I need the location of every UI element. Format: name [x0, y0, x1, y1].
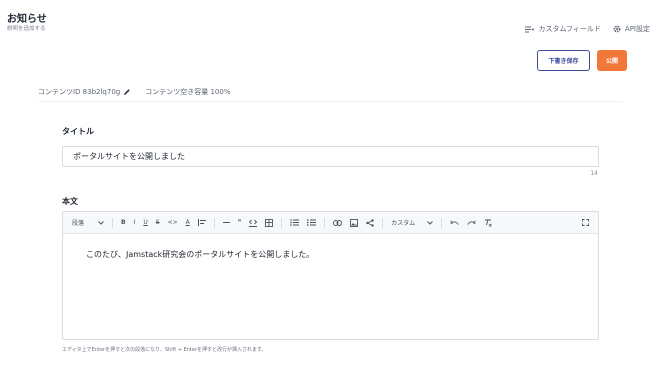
editor-content[interactable]: このたび、Jamstack研究会のポータルサイトを公開しました。	[63, 234, 598, 275]
bullet-list-icon	[290, 219, 300, 226]
strikethrough-button[interactable]: S	[156, 219, 160, 226]
custom-select[interactable]: カスタム	[391, 218, 434, 227]
numbered-list-button[interactable]	[307, 219, 317, 226]
custom-select-label: カスタム	[391, 220, 416, 227]
align-button[interactable]	[197, 219, 206, 226]
fullscreen-icon	[582, 219, 589, 226]
gear-icon	[613, 25, 621, 33]
code-button[interactable]: <>	[168, 219, 178, 226]
body-label: 本文	[62, 197, 78, 206]
share-icon	[366, 218, 374, 227]
numbered-list-icon	[307, 219, 317, 226]
table-button[interactable]	[265, 218, 274, 227]
title-label: タイトル	[62, 127, 94, 136]
pencil-icon[interactable]	[123, 88, 131, 96]
bullet-list-button[interactable]	[290, 219, 300, 226]
page-title: お知らせ	[7, 14, 47, 25]
chevron-down-icon	[98, 220, 104, 225]
api-settings-label: API設定	[624, 25, 650, 33]
body-paragraph: このたび、Jamstack研究会のポータルサイトを公開しました。	[86, 250, 315, 259]
undo-icon	[450, 220, 460, 225]
code-block-icon	[249, 219, 258, 227]
clear-format-button[interactable]	[484, 219, 493, 227]
custom-field-link[interactable]: カスタムフィールド	[525, 24, 601, 34]
top-links: カスタムフィールド API設定	[525, 24, 650, 34]
redo-button[interactable]	[467, 220, 477, 226]
bold-button[interactable]: B	[121, 219, 126, 226]
chevron-down-icon	[427, 220, 434, 225]
title-char-count: 14	[590, 170, 598, 177]
align-left-icon	[197, 219, 206, 226]
paragraph-select-label: 段落	[72, 220, 85, 227]
paragraph-select[interactable]: 段落	[72, 218, 104, 227]
table-icon	[265, 218, 274, 227]
link-button[interactable]	[333, 219, 343, 226]
text-color-button[interactable]: A	[186, 219, 190, 226]
content-id: コンテンツID 83b2lq70g	[38, 88, 121, 96]
fullscreen-button[interactable]	[582, 219, 589, 226]
horizontal-rule-button[interactable]	[222, 221, 230, 224]
image-icon	[350, 218, 359, 227]
redo-icon	[467, 220, 477, 225]
editor-helper-text: エディタ上でEnterを押すと次の段落になり、Shift + Enterを押すと…	[62, 347, 267, 353]
publish-button[interactable]: 公開	[597, 50, 627, 71]
undo-button[interactable]	[450, 220, 460, 226]
title-input[interactable]: ポータルサイトを公開しました	[62, 146, 599, 167]
quote-button[interactable]: ❞	[238, 219, 242, 226]
rich-text-editor: 段落 B I U S <> A ❞ カスタム このたび、Jamstack研究会の…	[62, 211, 599, 340]
content-meta: コンテンツID 83b2lq70g コンテンツ空き容量 100%	[38, 87, 622, 102]
custom-field-label: カスタムフィールド	[538, 25, 601, 33]
underline-button[interactable]: U	[143, 219, 147, 226]
link-icon	[333, 219, 343, 226]
api-settings-link[interactable]: API設定	[613, 24, 650, 34]
code-block-button[interactable]	[249, 219, 258, 227]
add-description-link[interactable]: 説明を追加する	[7, 24, 46, 32]
embed-button[interactable]	[366, 218, 374, 227]
clear-format-icon	[485, 219, 493, 227]
editor-toolbar: 段落 B I U S <> A ❞ カスタム	[63, 212, 598, 234]
title-value: ポータルサイトを公開しました	[73, 152, 185, 161]
horizontal-rule-icon	[222, 222, 230, 223]
italic-button[interactable]: I	[134, 219, 136, 226]
content-capacity: コンテンツ空き容量 100%	[145, 88, 231, 96]
list-add-icon	[525, 26, 535, 32]
save-draft-button[interactable]: 下書き保存	[537, 50, 590, 71]
image-button[interactable]	[350, 218, 359, 227]
